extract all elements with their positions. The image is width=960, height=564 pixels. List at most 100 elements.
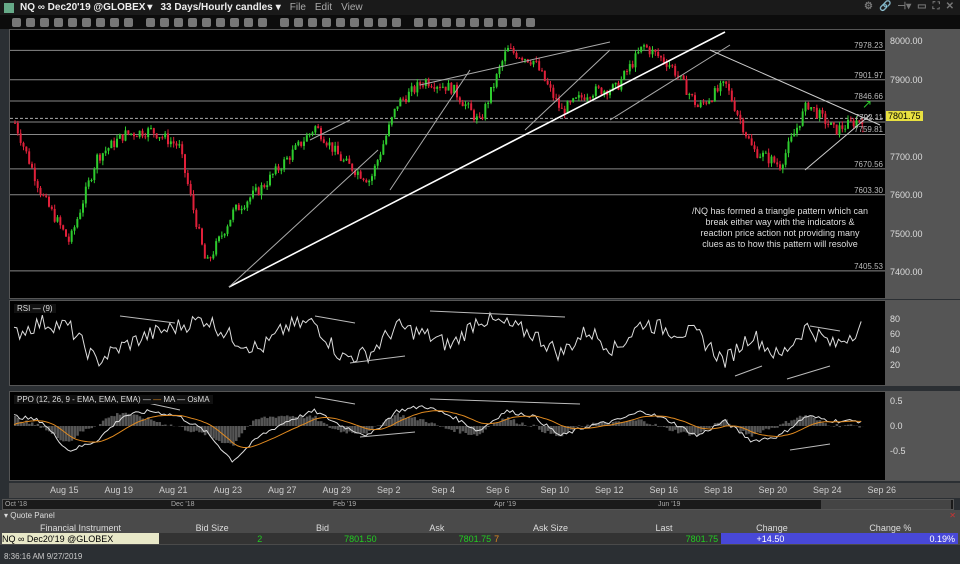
- wrench-icon[interactable]: [512, 17, 521, 27]
- candle: [124, 130, 127, 141]
- candle: [243, 207, 246, 209]
- candle: [158, 137, 161, 139]
- symbol-selector[interactable]: NQ ∞ Dec20'19 @GLOBEX: [20, 2, 145, 13]
- ppo-pane[interactable]: PPO (12, 26, 9 - EMA, EMA, EMA) — — MA —…: [9, 391, 886, 481]
- column-header[interactable]: Change %: [823, 522, 958, 533]
- price-pane[interactable]: ↗ ↓ /NQ has formed a triangle pattern whi…: [9, 29, 886, 299]
- close-icon[interactable]: [12, 17, 21, 27]
- osma-bar: [218, 426, 221, 441]
- trend-icon[interactable]: [364, 17, 373, 27]
- draw-icon[interactable]: [174, 17, 183, 27]
- column-header[interactable]: Bid: [265, 522, 379, 533]
- minimize-icon[interactable]: ▭: [917, 1, 926, 12]
- chart-icon[interactable]: [350, 17, 359, 27]
- close-icon[interactable]: ✕: [946, 1, 954, 12]
- date-tick: Sep 18: [704, 485, 733, 495]
- candle: [821, 110, 824, 114]
- osma-bar: [252, 420, 255, 426]
- grid-icon[interactable]: [54, 17, 63, 27]
- dot-icon[interactable]: [216, 17, 225, 27]
- app-icon: [4, 2, 14, 13]
- osma-bar: [529, 426, 533, 427]
- table-row[interactable]: NQ ∞ Dec20'19 @GLOBEX 2 7801.50 7801.75 …: [2, 533, 958, 544]
- column-header[interactable]: Bid Size: [159, 522, 265, 533]
- close-panel-icon[interactable]: ✕: [949, 510, 956, 522]
- rsi-pane[interactable]: RSI — (9): [9, 300, 886, 386]
- paint-icon[interactable]: [484, 17, 493, 27]
- zoom-icon[interactable]: [82, 17, 91, 27]
- link-icon[interactable]: 🔗: [879, 1, 891, 12]
- print-icon[interactable]: [68, 17, 77, 27]
- column-header[interactable]: Last: [607, 522, 721, 533]
- globe-icon[interactable]: [230, 17, 239, 27]
- image2-icon[interactable]: [124, 17, 133, 27]
- candle: [135, 136, 138, 138]
- maximize-icon[interactable]: ⛶: [933, 1, 940, 12]
- date-tick: Sep 20: [758, 485, 788, 495]
- column-header[interactable]: Ask Size: [494, 522, 607, 533]
- column-header[interactable]: Financial Instrument: [2, 522, 159, 533]
- column-header[interactable]: Ask: [380, 522, 494, 533]
- osma-bar: [458, 426, 462, 434]
- bars-icon[interactable]: [188, 17, 197, 27]
- refresh-icon[interactable]: [498, 17, 507, 27]
- osma-bar: [645, 423, 649, 426]
- candle: [186, 172, 189, 185]
- candle: [53, 208, 56, 222]
- osma-bar: [838, 426, 841, 428]
- candle: [342, 160, 345, 162]
- candle: [334, 145, 337, 152]
- osma-bar: [577, 425, 581, 426]
- arrow-icon[interactable]: [322, 17, 331, 27]
- bar4-icon[interactable]: [470, 17, 479, 27]
- candle: [815, 107, 818, 119]
- menu-file[interactable]: File: [290, 2, 306, 13]
- candle: [368, 180, 371, 183]
- quote-panel-title[interactable]: ▾ Quote Panel ✕: [0, 510, 960, 522]
- candle: [223, 233, 226, 236]
- zoom-in-icon[interactable]: [392, 17, 401, 27]
- redo-icon[interactable]: [308, 17, 317, 27]
- rsi-tick: 60: [890, 329, 901, 340]
- candle: [116, 138, 118, 147]
- candle: [237, 204, 240, 211]
- candle: [696, 104, 699, 108]
- text2-icon[interactable]: [280, 17, 289, 27]
- trendline: [228, 149, 379, 288]
- price-axis[interactable]: 8000.007900.007800.007700.007600.007500.…: [886, 29, 960, 299]
- mountain-icon[interactable]: [202, 17, 211, 27]
- crosshair-icon[interactable]: [26, 17, 35, 27]
- pin-icon[interactable]: ⊣▾: [897, 1, 911, 12]
- overview-scrollbar[interactable]: Oct '18Dec '18Feb '19Apr '19Jun '19Aug '…: [2, 499, 954, 510]
- candle: [235, 204, 237, 210]
- undo-icon[interactable]: [294, 17, 303, 27]
- filter2-icon[interactable]: [336, 17, 345, 27]
- trend2-icon[interactable]: [378, 17, 387, 27]
- candle: [62, 225, 65, 230]
- filter-icon[interactable]: [160, 17, 169, 27]
- candle: [490, 87, 492, 103]
- dropdown-icon[interactable]: [526, 17, 535, 27]
- text-icon[interactable]: [258, 17, 267, 27]
- osma-bar: [651, 425, 654, 426]
- bar3-icon[interactable]: [456, 17, 465, 27]
- overview-thumb[interactable]: [821, 500, 951, 509]
- layout-icon[interactable]: [146, 17, 155, 27]
- hand-icon[interactable]: [40, 17, 49, 27]
- image-icon[interactable]: [110, 17, 119, 27]
- candle: [781, 164, 784, 170]
- zoom-out-icon[interactable]: [414, 17, 423, 27]
- menu-edit[interactable]: Edit: [315, 2, 332, 13]
- candle: [407, 91, 410, 103]
- candle: [484, 104, 487, 119]
- rsi-trendline: [429, 310, 566, 318]
- menu-view[interactable]: View: [341, 2, 363, 13]
- circle-icon[interactable]: [96, 17, 105, 27]
- osma-bar: [152, 420, 156, 426]
- bar1-icon[interactable]: [428, 17, 437, 27]
- line-icon[interactable]: [244, 17, 253, 27]
- column-header[interactable]: Change: [721, 522, 822, 533]
- bar2-icon[interactable]: [442, 17, 451, 27]
- settings-icon[interactable]: ⚙: [864, 1, 873, 12]
- timeframe-selector[interactable]: 33 Days/Hourly candles: [160, 2, 272, 13]
